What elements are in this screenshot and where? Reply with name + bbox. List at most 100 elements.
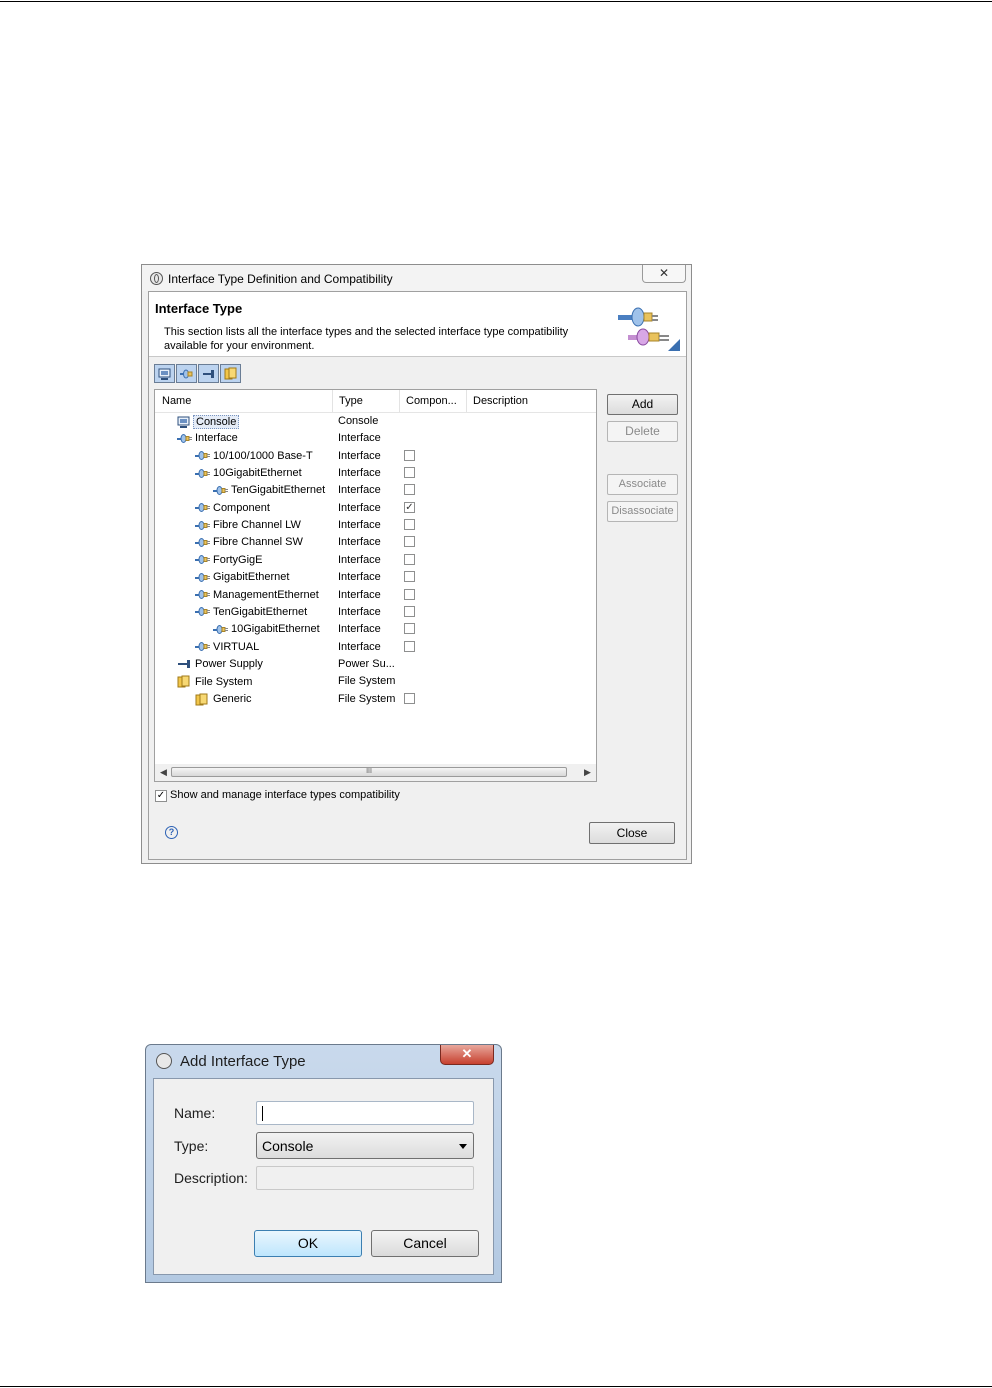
tree-row[interactable]: 10GigabitEthernet Interface [155, 621, 596, 638]
column-header-description[interactable]: Description [473, 395, 528, 407]
tree-row[interactable]: TenGigabitEthernet Interface [155, 604, 596, 621]
tree-row[interactable]: Generic File System [155, 691, 596, 708]
show-compatibility-checkbox[interactable]: ✓ [155, 790, 167, 802]
dialog-body: Name: Type: Console Description: OK Canc… [153, 1078, 494, 1275]
component-checkbox[interactable] [404, 588, 415, 600]
delete-button[interactable]: Delete [607, 421, 678, 442]
name-input[interactable] [256, 1101, 474, 1125]
interface-icon [177, 433, 195, 444]
console-filter-button[interactable] [154, 364, 175, 383]
tree-row[interactable]: TenGigabitEthernet Interface [155, 482, 596, 499]
component-checkbox[interactable] [404, 692, 415, 704]
column-header-component[interactable]: Compon... [406, 395, 457, 407]
tree-row[interactable]: Power Supply Power Su... [155, 656, 596, 673]
type-select[interactable]: Console [256, 1132, 474, 1159]
tree-row-label: 10GigabitEthernet [231, 623, 320, 636]
column-divider[interactable] [332, 390, 333, 412]
tree-row-name: FortyGigE [195, 554, 263, 566]
power-supply-filter-button[interactable] [198, 364, 219, 383]
console-filter-icon [158, 368, 171, 380]
add-button[interactable]: Add [607, 394, 678, 415]
interface-filter-icon [179, 369, 192, 378]
close-window-button[interactable]: ✕ [642, 265, 686, 283]
tree-row-name: Component [195, 502, 270, 514]
interface-icon [213, 485, 231, 496]
close-window-button[interactable]: ✕ [440, 1045, 494, 1065]
tree-row[interactable]: VIRTUAL Interface [155, 639, 596, 656]
tree-row-type: File System [338, 675, 396, 688]
tree-row[interactable]: FortyGigE Interface [155, 552, 596, 569]
component-checkbox[interactable] [404, 519, 415, 531]
component-checkbox[interactable] [404, 449, 415, 461]
tree-row[interactable]: Console Console [155, 413, 596, 430]
dialog-title: Add Interface Type [180, 1053, 306, 1070]
tree-row[interactable]: ManagementEthernet Interface [155, 587, 596, 604]
tree-row-name: Power Supply [177, 658, 263, 670]
component-checkbox[interactable] [404, 536, 415, 548]
tree-row-label: Interface [195, 432, 238, 445]
add-interface-type-dialog: Add Interface Type ✕ Name: Type: Console… [145, 1044, 502, 1283]
tree-row-label: Console [193, 415, 240, 429]
horizontal-scrollbar[interactable]: ◀ III ▶ [155, 764, 596, 781]
tree-row[interactable]: Fibre Channel SW Interface [155, 534, 596, 551]
component-checkbox[interactable]: ✓ [404, 501, 415, 513]
component-checkbox[interactable] [404, 640, 415, 652]
column-header-name[interactable]: Name [162, 395, 191, 407]
tree-row-name: VIRTUAL [195, 641, 259, 653]
scroll-right-icon[interactable]: ▶ [584, 767, 591, 778]
interface-type-tree[interactable]: Name Type Compon... Description Console C… [154, 389, 597, 782]
tree-row-type: Interface [338, 605, 381, 618]
tree-row-name: TenGigabitEthernet [213, 484, 325, 496]
tree-row-type: Interface [338, 553, 381, 566]
disassociate-button[interactable]: Disassociate [607, 501, 678, 522]
interface-icon [195, 606, 213, 617]
description-input[interactable] [256, 1166, 474, 1190]
component-checkbox[interactable] [404, 571, 415, 583]
interface-icon [195, 641, 213, 652]
tree-row-label: GigabitEthernet [213, 571, 290, 584]
tree-row[interactable]: File System File System [155, 673, 596, 690]
tree-row[interactable]: GigabitEthernet Interface [155, 569, 596, 586]
column-divider[interactable] [399, 390, 400, 412]
tree-row[interactable]: Fibre Channel LW Interface [155, 517, 596, 534]
column-divider[interactable] [466, 390, 467, 412]
tree-row-name: 10/100/1000 Base-T [195, 450, 313, 462]
tree-row-type: Interface [338, 449, 381, 462]
cancel-button[interactable]: Cancel [371, 1230, 479, 1257]
component-checkbox[interactable] [404, 553, 415, 565]
tree-row-type: Interface [338, 571, 381, 584]
tree-row[interactable]: 10GigabitEthernet Interface [155, 465, 596, 482]
component-checkbox[interactable] [404, 484, 415, 496]
column-header-type[interactable]: Type [339, 395, 363, 407]
tree-row-type: Power Su... [338, 657, 395, 670]
header-banner: Interface Type This section lists all th… [149, 292, 686, 357]
interface-icon [195, 554, 213, 565]
interface-filter-button[interactable] [176, 364, 197, 383]
tree-row-type: Interface [338, 432, 381, 445]
tree-row[interactable]: Component Interface ✓ [155, 500, 596, 517]
interface-icon [195, 468, 213, 479]
scrollbar-thumb[interactable]: III [171, 767, 567, 777]
tree-row-label: Component [213, 501, 270, 514]
file-system-filter-icon [224, 367, 236, 380]
interface-type-dialog: Interface Type Definition and Compatibil… [141, 264, 692, 864]
type-filter-toolbar [154, 364, 241, 384]
file-system-filter-button[interactable] [220, 364, 241, 383]
power-supply-filter-icon [202, 369, 214, 378]
tree-header: Name Type Compon... Description [155, 390, 596, 413]
tree-row-type: Interface [338, 484, 381, 497]
scroll-left-icon[interactable]: ◀ [160, 767, 167, 778]
tree-row-name: TenGigabitEthernet [195, 606, 307, 618]
component-checkbox[interactable] [404, 605, 415, 617]
associate-button[interactable]: Associate [607, 474, 678, 495]
component-checkbox[interactable] [404, 623, 415, 635]
tree-row[interactable]: Interface Interface [155, 430, 596, 447]
component-checkbox[interactable] [404, 467, 415, 479]
ok-button[interactable]: OK [254, 1230, 362, 1257]
tree-row[interactable]: 10/100/1000 Base-T Interface [155, 448, 596, 465]
help-icon[interactable]: ? [165, 826, 178, 839]
tree-row-label: ManagementEthernet [213, 588, 319, 601]
close-button[interactable]: Close [589, 822, 675, 844]
tree-row-type: Interface [338, 640, 381, 653]
page-bottom-rule [0, 1386, 992, 1387]
